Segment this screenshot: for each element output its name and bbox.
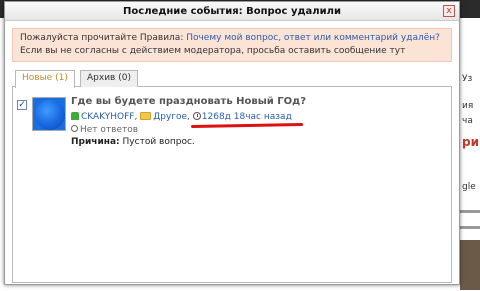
item-meta: CKAKYHOFF, Другое, 1268д 18час назад — [71, 112, 303, 128]
background-text-fragment: ри — [462, 135, 479, 149]
reason-label: Причина: — [71, 137, 120, 147]
rules-link[interactable]: Почему мой вопрос, ответ или комментарий… — [186, 33, 440, 43]
tab-archive[interactable]: Архив (0) — [80, 70, 138, 87]
tab-new[interactable]: Новые (1) — [15, 70, 75, 88]
reason-text: Пустой вопрос. — [122, 137, 195, 147]
list-item: ✓ Где вы будете праздновать Новый ГОд? C… — [13, 95, 451, 150]
avatar-image — [35, 100, 65, 130]
tab-bar: Новые (1) Архив (0) — [12, 69, 452, 88]
rules-notice: Пожалуйста прочитайте Правила: Почему мо… — [12, 28, 452, 62]
notice-prefix: Пожалуйста прочитайте Правила: — [20, 33, 187, 43]
events-dialog: Последние события: Вопрос удалили x Пожа… — [4, 1, 460, 285]
answers-icon — [71, 125, 78, 132]
background-text-fragment: gle — [462, 182, 476, 192]
item-checkbox[interactable]: ✓ — [17, 100, 27, 110]
deletion-reason: Причина: Пустой вопрос. — [71, 137, 195, 147]
tab-panel: ✓ Где вы будете праздновать Новый ГОд? C… — [12, 87, 452, 283]
answers-text: Нет ответов — [80, 125, 139, 135]
folder-icon — [140, 112, 152, 120]
background-text-fragment: Уз — [462, 74, 473, 84]
dialog-header: Последние события: Вопрос удалили x — [5, 2, 459, 21]
red-underline-annotation — [190, 123, 303, 128]
answers-status: Нет ответов — [71, 125, 138, 135]
background-text-fragment: ча — [462, 116, 473, 126]
background-thumbnail — [460, 240, 480, 290]
avatar[interactable] — [32, 97, 66, 131]
time-wrap: 1268д 18час назад — [190, 112, 303, 128]
background-strip — [460, 226, 480, 229]
close-button[interactable]: x — [443, 5, 455, 17]
background-text-fragment: ия — [462, 101, 474, 111]
category-link[interactable]: Другое — [153, 112, 187, 122]
time-link[interactable]: 1268д 18час назад — [202, 112, 292, 122]
dialog-title: Последние события: Вопрос удалили — [123, 6, 341, 17]
clock-icon — [192, 112, 201, 120]
background-strip — [460, 210, 480, 213]
user-link[interactable]: CKAKYHOFF — [81, 112, 134, 122]
notice-line2: Если вы не согласны с действием модерато… — [20, 46, 406, 56]
user-icon — [71, 112, 79, 120]
question-title[interactable]: Где вы будете праздновать Новый ГОд? — [71, 96, 306, 107]
